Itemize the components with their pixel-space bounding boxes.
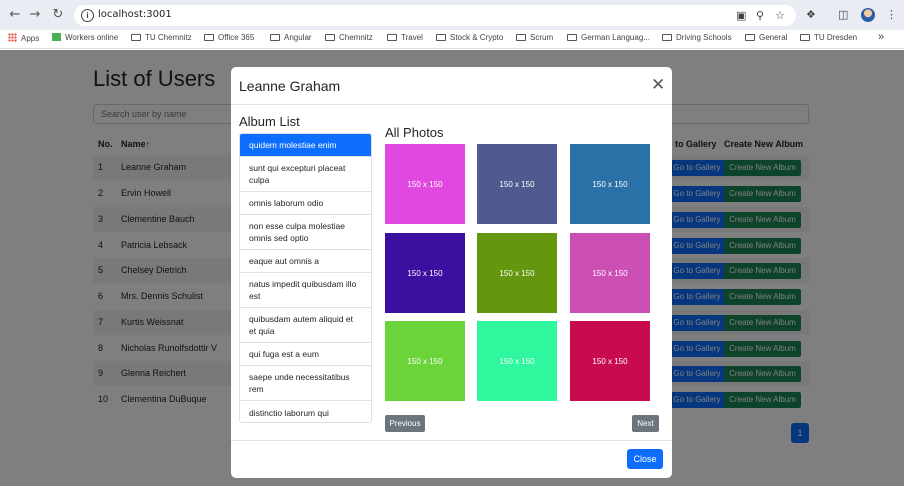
album-list: quidem molestiae enim sunt qui excepturi…: [239, 133, 372, 423]
photo-thumbnail[interactable]: 150 x 150: [477, 144, 557, 224]
bookmark-folder[interactable]: TU Chemnitz: [131, 33, 192, 42]
photo-thumbnail[interactable]: 150 x 150: [385, 321, 465, 401]
folder-icon: [745, 34, 755, 41]
modal-header: Leanne Graham ✕: [231, 67, 672, 105]
browser-toolbar: ← → ↻ i localhost:3001 ▣ ⚲ ☆ ❖ ◫ ⋮: [0, 0, 904, 30]
bookmark-star-icon[interactable]: ☆: [775, 9, 785, 22]
more-bookmarks-icon[interactable]: »: [878, 31, 884, 43]
zoom-icon[interactable]: ⚲: [756, 9, 764, 22]
folder-icon: [131, 34, 141, 41]
photo-thumbnail[interactable]: 150 x 150: [385, 233, 465, 313]
album-item[interactable]: quidem molestiae enim: [240, 134, 371, 157]
bookmarks-bar: Apps Workers online TU Chemnitz Office 3…: [0, 30, 904, 49]
install-app-icon[interactable]: ▣: [736, 9, 746, 22]
site-favicon-icon: [52, 33, 61, 41]
side-panel-icon[interactable]: ◫: [838, 8, 848, 21]
address-bar[interactable]: i localhost:3001 ▣ ⚲ ☆: [74, 5, 796, 26]
site-info-icon[interactable]: i: [81, 9, 94, 22]
bookmark-folder[interactable]: Driving Schools: [662, 33, 732, 42]
extensions-icon[interactable]: ❖: [806, 8, 816, 21]
album-item[interactable]: saepe unde necessitatibus rem: [240, 366, 371, 401]
bookmark-workers-online[interactable]: Workers online: [52, 33, 118, 42]
bookmark-folder[interactable]: German Languag...: [567, 33, 650, 42]
album-item[interactable]: non esse culpa molestiae omnis sed optio: [240, 215, 371, 250]
modal-title: Leanne Graham: [239, 78, 341, 94]
folder-icon: [204, 34, 214, 41]
bookmark-folder[interactable]: Angular: [270, 33, 312, 42]
folder-icon: [662, 34, 672, 41]
folder-icon: [800, 34, 810, 41]
folder-icon: [516, 34, 526, 41]
bookmark-apps[interactable]: Apps: [8, 33, 39, 43]
previous-button[interactable]: Previous: [385, 415, 425, 432]
album-item[interactable]: omnis laborum odio: [240, 192, 371, 215]
album-list-heading: Album List: [239, 114, 300, 129]
user-albums-modal: Leanne Graham ✕ Album List quidem molest…: [231, 67, 672, 478]
bookmark-folder[interactable]: TU Dresden: [800, 33, 857, 42]
album-item[interactable]: eaque aut omnis a: [240, 250, 371, 273]
close-button[interactable]: Close: [627, 449, 663, 469]
bookmark-folder[interactable]: Office 365: [204, 33, 254, 42]
folder-icon: [270, 34, 280, 41]
forward-icon[interactable]: →: [26, 6, 44, 24]
photo-thumbnail[interactable]: 150 x 150: [477, 321, 557, 401]
album-item[interactable]: distinctio laborum qui: [240, 401, 371, 422]
apps-grid-icon: [8, 33, 17, 42]
reload-icon[interactable]: ↻: [49, 6, 67, 24]
photo-thumbnail[interactable]: 150 x 150: [570, 144, 650, 224]
next-button[interactable]: Next: [632, 415, 659, 432]
photo-thumbnail[interactable]: 150 x 150: [570, 233, 650, 313]
album-item[interactable]: qui fuga est a eum: [240, 343, 371, 366]
bookmark-folder[interactable]: Chemnitz: [325, 33, 373, 42]
album-item[interactable]: natus impedit quibusdam illo est: [240, 273, 371, 308]
album-item[interactable]: quibusdam autem aliquid et et quia: [240, 308, 371, 343]
folder-icon: [325, 34, 335, 41]
folder-icon: [436, 34, 446, 41]
bookmark-folder[interactable]: Stock & Crypto: [436, 33, 503, 42]
bookmark-folder[interactable]: General: [745, 33, 787, 42]
back-icon[interactable]: ←: [6, 6, 24, 24]
photos-heading: All Photos: [385, 125, 444, 140]
bookmark-folder[interactable]: Travel: [387, 33, 423, 42]
menu-kebab-icon[interactable]: ⋮: [886, 8, 897, 21]
photo-thumbnail[interactable]: 150 x 150: [570, 321, 650, 401]
profile-avatar[interactable]: [861, 8, 875, 22]
folder-icon: [387, 34, 397, 41]
album-item[interactable]: sunt qui excepturi placeat culpa: [240, 157, 371, 192]
bookmark-folder[interactable]: Scrum: [516, 33, 553, 42]
photo-thumbnail[interactable]: 150 x 150: [385, 144, 465, 224]
photo-thumbnail[interactable]: 150 x 150: [477, 233, 557, 313]
url-text: localhost:3001: [98, 9, 172, 20]
modal-footer-divider: [231, 440, 672, 441]
close-icon[interactable]: ✕: [651, 75, 665, 95]
folder-icon: [567, 34, 577, 41]
